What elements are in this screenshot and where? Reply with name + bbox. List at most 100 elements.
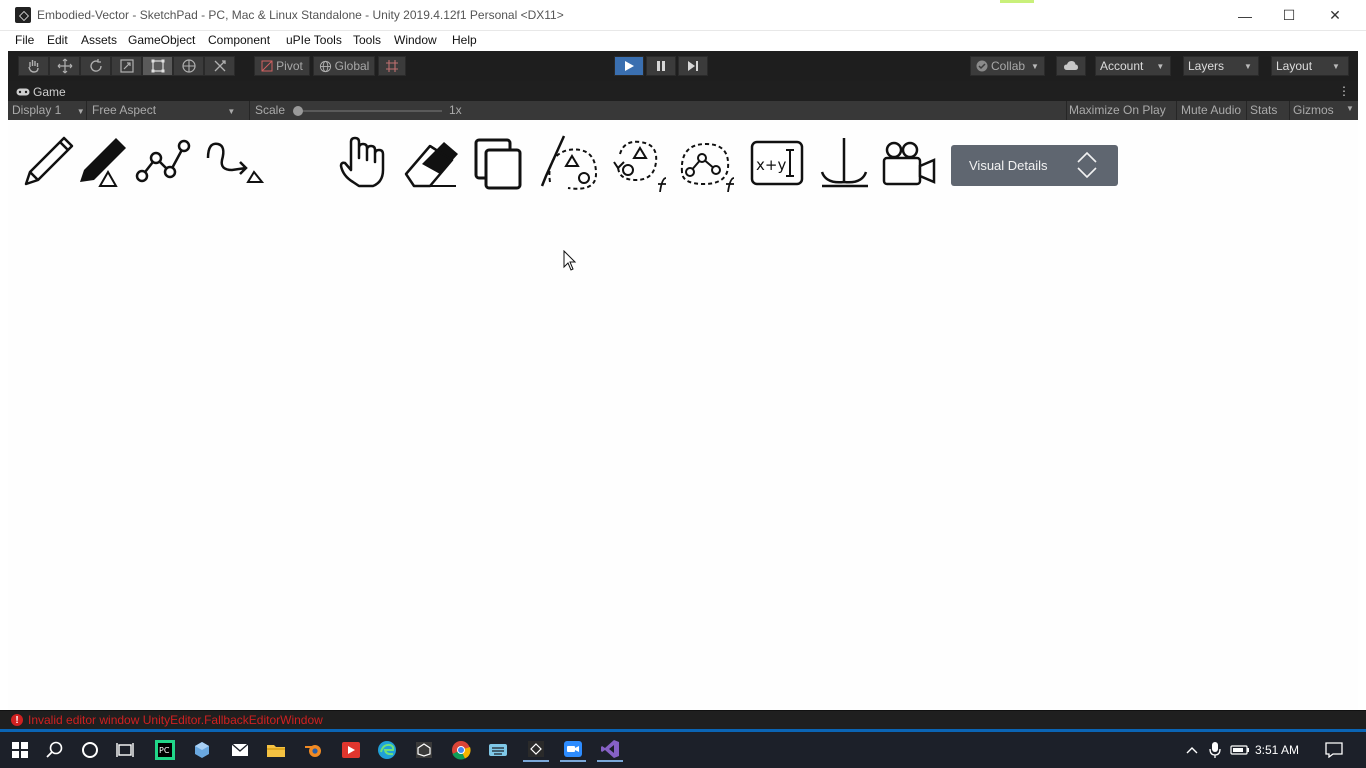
keyboard-icon[interactable] [486, 738, 510, 762]
screen-recorder-icon[interactable] [339, 738, 363, 762]
hand-tool[interactable] [333, 132, 393, 192]
menu-window[interactable]: Window [394, 33, 437, 47]
tab-menu-icon[interactable]: ⋮ [1338, 84, 1350, 98]
minimize-button[interactable]: — [1222, 0, 1268, 31]
global-toggle[interactable]: Global [313, 56, 375, 76]
unity-hub-icon[interactable] [412, 738, 436, 762]
search-icon[interactable] [43, 738, 67, 762]
globe-icon [319, 60, 331, 72]
aspect-dropdown[interactable]: Free Aspect ▼ [92, 103, 235, 117]
move-tool-button[interactable] [49, 56, 80, 76]
divider [86, 101, 87, 120]
pycharm-icon[interactable]: PC [153, 738, 177, 762]
clock[interactable]: 3:51 AM [1255, 743, 1299, 757]
cloud-button[interactable] [1056, 56, 1086, 76]
layout-label: Layout [1276, 59, 1313, 73]
graph-function-tool[interactable] [676, 132, 736, 193]
rect-tool-button[interactable] [142, 56, 173, 76]
chrome-icon[interactable] [449, 738, 473, 762]
pivot-icon [261, 60, 273, 72]
chevron-up-icon[interactable] [1180, 738, 1204, 762]
mouse-cursor-icon [563, 250, 577, 271]
account-label: Account [1100, 59, 1144, 73]
pencil-tool[interactable] [18, 132, 78, 192]
lasso-brush-tool[interactable] [538, 132, 598, 192]
menu-assets[interactable]: Assets [81, 33, 117, 47]
scale-value: 1x [449, 103, 462, 117]
game-view[interactable]: x+y Visual Details [8, 120, 1358, 710]
menu-gameobject[interactable]: GameObject [128, 33, 195, 47]
maximize-button[interactable]: ☐ [1266, 0, 1312, 31]
menu-edit[interactable]: Edit [47, 33, 68, 47]
blender-icon[interactable] [302, 738, 326, 762]
account-dropdown[interactable]: Account ▼ [1095, 56, 1171, 76]
marker-tool[interactable] [72, 132, 132, 192]
zoom-icon[interactable] [560, 738, 586, 762]
polyline-tool[interactable] [132, 132, 192, 192]
gamepad-icon [16, 88, 30, 95]
camera-tool[interactable] [878, 132, 938, 192]
pause-icon [657, 61, 665, 71]
notifications-icon[interactable] [1322, 738, 1346, 762]
stats-toggle[interactable]: Stats [1250, 103, 1277, 117]
tab-game[interactable]: Game [8, 82, 68, 101]
custom-tool-button[interactable] [204, 56, 235, 76]
close-button[interactable]: ✕ [1312, 0, 1358, 31]
menu-tools[interactable]: Tools [353, 33, 381, 47]
unity-editor-icon[interactable] [523, 738, 549, 762]
3d-box-icon[interactable] [190, 738, 214, 762]
play-button[interactable] [614, 56, 644, 76]
menu-help[interactable]: Help [452, 33, 477, 47]
scale-tool-button[interactable] [111, 56, 142, 76]
display-dropdown[interactable]: Display 1 ▼ [12, 103, 85, 117]
anchor-axis-tool[interactable] [814, 132, 874, 192]
mute-audio-toggle[interactable]: Mute Audio [1181, 103, 1241, 117]
pivot-toggle[interactable]: Pivot [254, 56, 310, 76]
editor-toolbar: Pivot Global Collab ▼ Account ▼ Layers ▼… [8, 51, 1358, 81]
collab-chevron-icon: ▼ [1031, 61, 1039, 71]
equation-input-tool[interactable]: x+y [746, 132, 806, 192]
copy-tool[interactable] [468, 132, 528, 192]
path-arrow-tool[interactable] [204, 132, 265, 192]
eraser-tool[interactable] [400, 132, 460, 192]
menu-file[interactable]: File [15, 33, 34, 47]
layout-dropdown[interactable]: Layout ▼ [1271, 56, 1349, 76]
scale-slider-thumb[interactable] [293, 106, 303, 116]
status-bar[interactable]: ! Invalid editor window UnityEditor.Fall… [0, 710, 1366, 729]
camera-icon [882, 141, 936, 186]
error-icon: ! [11, 714, 23, 726]
battery-icon[interactable] [1228, 738, 1252, 762]
maximize-on-play-toggle[interactable]: Maximize On Play [1069, 103, 1166, 117]
error-message[interactable]: Invalid editor window UnityEditor.Fallba… [28, 713, 323, 727]
divider [1176, 101, 1177, 120]
menu-component[interactable]: Component [208, 33, 270, 47]
rotate-function-tool[interactable] [610, 132, 670, 193]
edge-browser-icon[interactable] [375, 738, 399, 762]
pause-button[interactable] [646, 56, 676, 76]
mail-icon[interactable] [228, 738, 252, 762]
microphone-icon[interactable] [1203, 738, 1227, 762]
menu-upie-tools[interactable]: uPIe Tools [286, 33, 342, 47]
copy-icon [474, 138, 522, 190]
cortana-icon[interactable] [78, 738, 102, 762]
gizmos-dropdown[interactable]: Gizmos [1293, 103, 1334, 117]
scale-slider-track[interactable] [298, 110, 442, 112]
visual-details-dropdown[interactable]: Visual Details [951, 145, 1118, 186]
gizmos-chevron-icon[interactable]: ▼ [1346, 104, 1354, 113]
visual-details-label: Visual Details [969, 158, 1048, 173]
polyline-icon [135, 139, 191, 183]
game-tab-bar: Game ⋮ [8, 81, 1358, 101]
grid-snap-button[interactable] [378, 56, 406, 76]
file-explorer-icon[interactable] [264, 738, 288, 762]
step-button[interactable] [678, 56, 708, 76]
unity-logo-icon [15, 7, 31, 23]
task-view-icon[interactable] [113, 738, 137, 762]
hand-tool-button[interactable] [18, 56, 49, 76]
windows-start-icon[interactable] [8, 738, 32, 762]
rotate-tool-button[interactable] [80, 56, 111, 76]
visual-studio-icon[interactable] [597, 738, 623, 762]
lasso-brush-icon [540, 135, 598, 190]
transform-tool-button[interactable] [173, 56, 204, 76]
layers-dropdown[interactable]: Layers ▼ [1183, 56, 1259, 76]
collab-dropdown[interactable]: Collab ▼ [970, 56, 1045, 76]
